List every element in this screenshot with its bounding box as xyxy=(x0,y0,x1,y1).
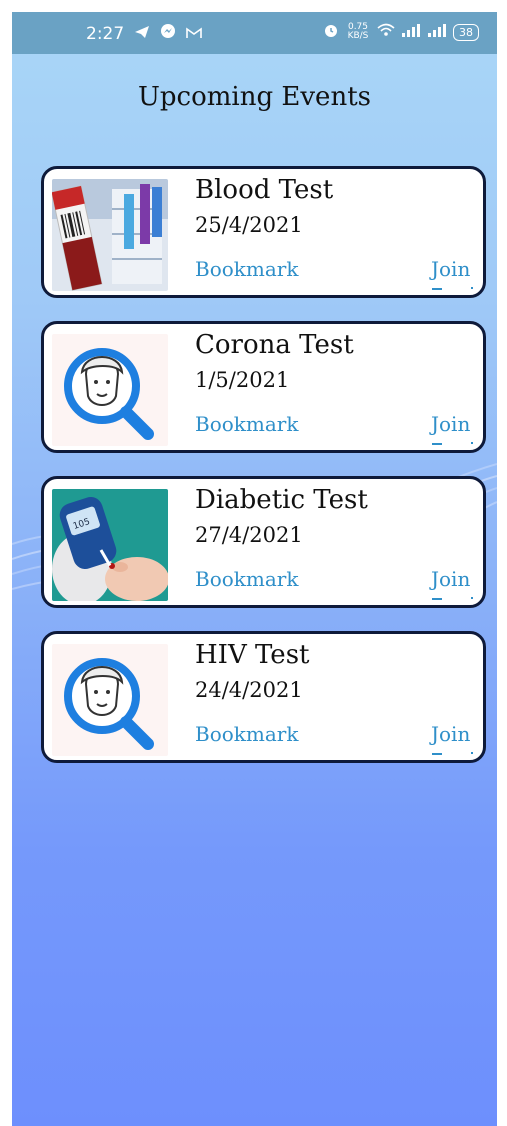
event-date: 1/5/2021 xyxy=(195,368,290,392)
bookmark-link[interactable]: Bookmark xyxy=(195,257,298,281)
event-card-corona-test[interactable]: Corona Test 1/5/2021 Bookmark Join xyxy=(41,321,486,453)
event-card-blood-test[interactable]: Blood Test 25/4/2021 Bookmark Join xyxy=(41,166,486,298)
status-time: 2:27 xyxy=(86,23,125,44)
battery-indicator: 38 xyxy=(453,23,479,41)
magnifier-doctor-icon xyxy=(52,644,168,756)
card-corner-mark xyxy=(471,597,473,599)
glucose-meter-image: 105 xyxy=(52,489,168,601)
card-corner-mark xyxy=(471,442,473,444)
app-screen: Upcoming Events Blood Test 25/4/2021 Boo… xyxy=(12,24,497,1126)
telegram-icon xyxy=(134,24,150,44)
alarm-icon xyxy=(323,22,339,42)
join-underline-fragment xyxy=(432,598,442,600)
join-link[interactable]: Join xyxy=(431,412,470,436)
event-name: Blood Test xyxy=(195,175,334,205)
page-title: Upcoming Events xyxy=(138,82,371,112)
join-link[interactable]: Join xyxy=(431,257,470,281)
signal-icon-2 xyxy=(427,23,447,41)
gmail-icon xyxy=(186,24,202,44)
event-name: HIV Test xyxy=(195,640,310,670)
magnifier-doctor-icon xyxy=(52,334,168,446)
join-underline-fragment xyxy=(432,288,442,290)
status-bar: 2:27 0.75 KB/S 38 xyxy=(12,12,497,54)
card-corner-mark xyxy=(471,752,473,754)
status-left-group: 2:27 xyxy=(86,23,202,44)
join-link[interactable]: Join xyxy=(431,722,470,746)
event-date: 27/4/2021 xyxy=(195,523,303,547)
status-right-group: 0.75 KB/S 38 xyxy=(323,22,479,42)
messenger-icon xyxy=(160,23,176,44)
join-underline-fragment xyxy=(432,443,442,445)
wifi-icon xyxy=(377,23,395,41)
event-name: Corona Test xyxy=(195,330,354,360)
bookmark-link[interactable]: Bookmark xyxy=(195,412,298,436)
join-link[interactable]: Join xyxy=(431,567,470,591)
bookmark-link[interactable]: Bookmark xyxy=(195,722,298,746)
data-speed: 0.75 KB/S xyxy=(347,22,369,41)
event-date: 25/4/2021 xyxy=(195,213,303,237)
event-card-hiv-test[interactable]: HIV Test 24/4/2021 Bookmark Join xyxy=(41,631,486,763)
event-name: Diabetic Test xyxy=(195,485,368,515)
card-corner-mark xyxy=(471,287,473,289)
signal-icon xyxy=(401,23,421,41)
bookmark-link[interactable]: Bookmark xyxy=(195,567,298,591)
blood-test-image xyxy=(52,179,168,291)
join-underline-fragment xyxy=(432,753,442,755)
event-date: 24/4/2021 xyxy=(195,678,303,702)
event-card-diabetic-test[interactable]: 105 Diabetic Test 27/4/2021 Bookmark Joi… xyxy=(41,476,486,608)
